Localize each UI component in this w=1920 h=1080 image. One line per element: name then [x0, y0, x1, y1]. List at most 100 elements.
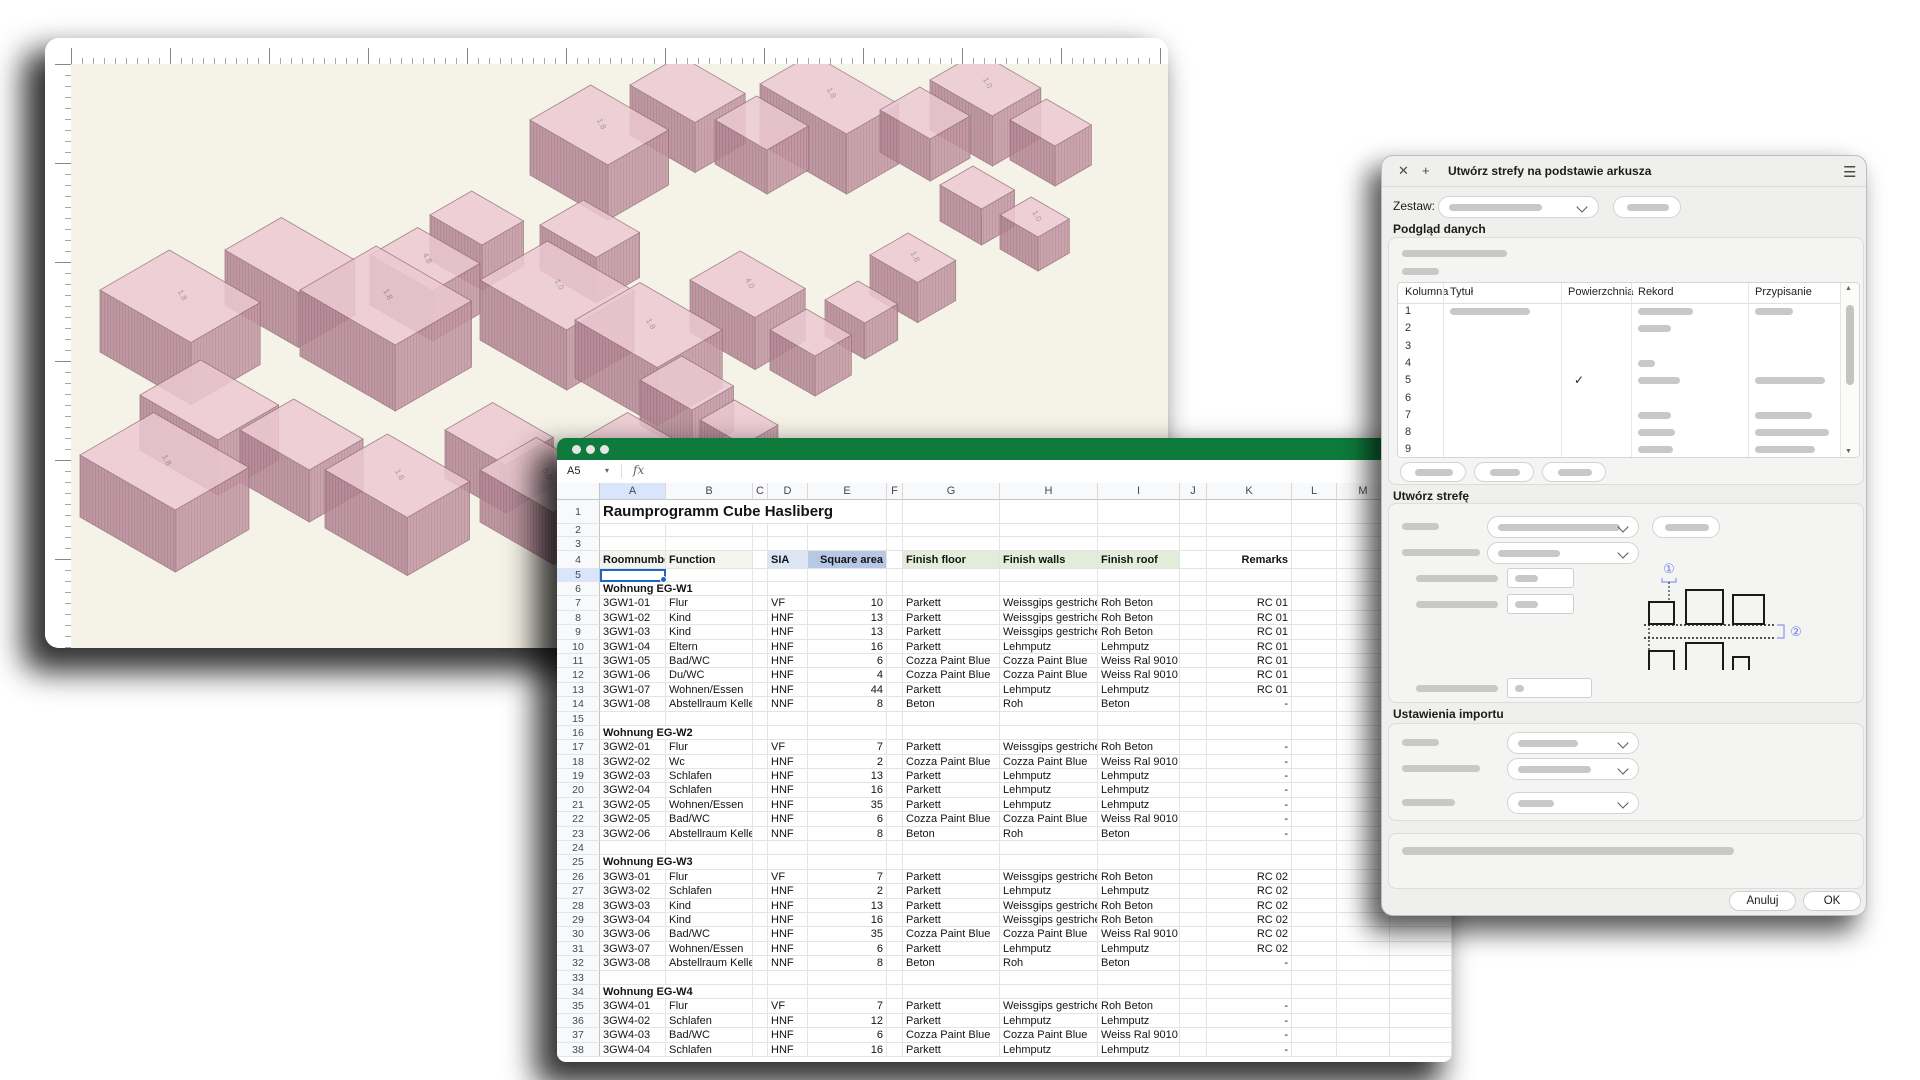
cell-A15[interactable]: [600, 712, 666, 726]
cell-E20[interactable]: 16: [808, 783, 887, 797]
cell-E35[interactable]: 7: [808, 999, 887, 1013]
cell-F32[interactable]: [887, 956, 903, 970]
cell-J33[interactable]: [1180, 971, 1207, 985]
cell-K2[interactable]: [1207, 524, 1292, 537]
create-input-2[interactable]: [1507, 594, 1574, 614]
cell-F19[interactable]: [887, 769, 903, 783]
cell-I11[interactable]: Weiss Ral 9010: [1098, 654, 1180, 668]
row-header-9[interactable]: 9: [557, 625, 600, 639]
cell-I24[interactable]: [1098, 841, 1180, 855]
cell-C16[interactable]: [753, 726, 768, 740]
preview-row-4[interactable]: 4: [1398, 355, 1841, 372]
close-icon[interactable]: ✕: [1398, 163, 1409, 179]
cell-A33[interactable]: [600, 971, 666, 985]
cell-L22[interactable]: [1292, 812, 1337, 826]
cell-K6[interactable]: [1207, 582, 1292, 596]
cell-E32[interactable]: 8: [808, 956, 887, 970]
row-header-6[interactable]: 6: [557, 582, 600, 596]
cell-H3[interactable]: [1000, 537, 1098, 551]
cell-D5[interactable]: [768, 569, 808, 582]
import-select-1[interactable]: [1507, 732, 1639, 754]
cell-E24[interactable]: [808, 841, 887, 855]
cell-K14[interactable]: -: [1207, 697, 1292, 711]
cell-A6[interactable]: Wohnung EG-W1: [600, 582, 753, 596]
cell-H17[interactable]: Weissgips gestrichen: [1000, 740, 1098, 754]
cell-K7[interactable]: RC 01: [1207, 596, 1292, 610]
cell-F27[interactable]: [887, 884, 903, 898]
cell-C5[interactable]: [753, 569, 768, 582]
cell-H28[interactable]: Weissgips gestrichen: [1000, 899, 1098, 913]
cell-E26[interactable]: 7: [808, 870, 887, 884]
cell-M35[interactable]: [1337, 999, 1390, 1013]
cell-J11[interactable]: [1180, 654, 1207, 668]
cell-I33[interactable]: [1098, 971, 1180, 985]
cell-L25[interactable]: [1292, 855, 1337, 869]
cell-F13[interactable]: [887, 683, 903, 697]
cell-F11[interactable]: [887, 654, 903, 668]
cell-L33[interactable]: [1292, 971, 1337, 985]
cell-B24[interactable]: [666, 841, 753, 855]
preview-row-1[interactable]: 1: [1398, 303, 1841, 320]
row-header-21[interactable]: 21: [557, 798, 600, 812]
cell-K37[interactable]: -: [1207, 1028, 1292, 1042]
cell-F8[interactable]: [887, 611, 903, 625]
cell-I3[interactable]: [1098, 537, 1180, 551]
cell-E16[interactable]: [808, 726, 887, 740]
cell-K33[interactable]: [1207, 971, 1292, 985]
cell-B4[interactable]: Function: [666, 551, 753, 569]
cell-E18[interactable]: 2: [808, 755, 887, 769]
cell-A21[interactable]: 3GW2-05: [600, 798, 666, 812]
cell-K10[interactable]: RC 01: [1207, 640, 1292, 654]
cell-H36[interactable]: Lehmputz: [1000, 1014, 1098, 1028]
cell-A10[interactable]: 3GW1-04: [600, 640, 666, 654]
cell-A13[interactable]: 3GW1-07: [600, 683, 666, 697]
cell-K26[interactable]: RC 02: [1207, 870, 1292, 884]
cell-B27[interactable]: Schlafen: [666, 884, 753, 898]
cell-G18[interactable]: Cozza Paint Blue: [903, 755, 1000, 769]
cell-N36[interactable]: [1390, 1014, 1452, 1028]
cell-F14[interactable]: [887, 697, 903, 711]
cell-H10[interactable]: Lehmputz: [1000, 640, 1098, 654]
cell-D13[interactable]: HNF: [768, 683, 808, 697]
cell-L14[interactable]: [1292, 697, 1337, 711]
cell-B30[interactable]: Bad/WC: [666, 927, 753, 941]
cell-C22[interactable]: [753, 812, 768, 826]
cell-K32[interactable]: -: [1207, 956, 1292, 970]
cell-G6[interactable]: [903, 582, 1000, 596]
create-select-1[interactable]: [1487, 516, 1639, 538]
row-header-11[interactable]: 11: [557, 654, 600, 668]
formula-input[interactable]: [657, 460, 1452, 482]
add-icon[interactable]: +: [1422, 163, 1430, 178]
cell-J34[interactable]: [1180, 985, 1207, 999]
cell-G2[interactable]: [903, 524, 1000, 537]
cell-C6[interactable]: [753, 582, 768, 596]
cell-I31[interactable]: Lehmputz: [1098, 942, 1180, 956]
cell-A9[interactable]: 3GW1-03: [600, 625, 666, 639]
cell-K8[interactable]: RC 01: [1207, 611, 1292, 625]
cell-G16[interactable]: [903, 726, 1000, 740]
column-header-F[interactable]: F: [887, 483, 903, 500]
cell-K36[interactable]: -: [1207, 1014, 1292, 1028]
cell-J20[interactable]: [1180, 783, 1207, 797]
cell-D3[interactable]: [768, 537, 808, 551]
cell-L26[interactable]: [1292, 870, 1337, 884]
name-box[interactable]: A5: [557, 460, 629, 482]
cell-H20[interactable]: Lehmputz: [1000, 783, 1098, 797]
cell-I16[interactable]: [1098, 726, 1180, 740]
cell-L4[interactable]: [1292, 551, 1337, 569]
cell-K35[interactable]: -: [1207, 999, 1292, 1013]
cell-H11[interactable]: Cozza Paint Blue: [1000, 654, 1098, 668]
cell-B29[interactable]: Kind: [666, 913, 753, 927]
cell-L10[interactable]: [1292, 640, 1337, 654]
row-header-16[interactable]: 16: [557, 726, 600, 740]
cell-D30[interactable]: HNF: [768, 927, 808, 941]
cell-J18[interactable]: [1180, 755, 1207, 769]
cell-E37[interactable]: 6: [808, 1028, 887, 1042]
row-header-32[interactable]: 32: [557, 956, 600, 970]
cell-N32[interactable]: [1390, 956, 1452, 970]
cell-J10[interactable]: [1180, 640, 1207, 654]
cell-B15[interactable]: [666, 712, 753, 726]
cell-A27[interactable]: 3GW3-02: [600, 884, 666, 898]
cell-C4[interactable]: [753, 551, 768, 569]
cell-K19[interactable]: -: [1207, 769, 1292, 783]
